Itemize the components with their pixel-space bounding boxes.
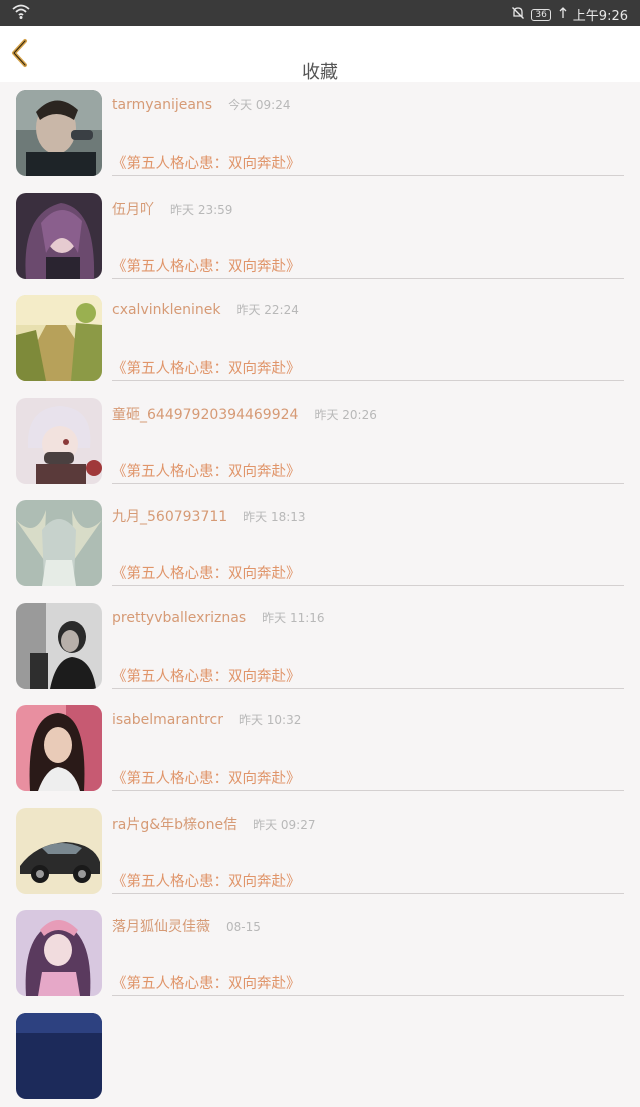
user-name — [112, 1019, 128, 1035]
mute-bell-icon — [511, 6, 525, 24]
user-name-text: 童砸_64497920394469924 — [112, 407, 298, 423]
avatar[interactable] — [16, 398, 102, 484]
avatar[interactable] — [16, 910, 102, 996]
timestamp: 昨天 11:16 — [262, 611, 324, 625]
list-item[interactable]: 落月狐仙灵佳薇 08-15 《第五人格心患：双向奔赴》 — [0, 902, 640, 1005]
user-name: ra片g&年b榇one佶 昨天 09:27 — [112, 814, 315, 834]
list-item[interactable]: 九月_560793711 昨天 18:13 《第五人格心患：双向奔赴》 — [0, 492, 640, 595]
timestamp: 昨天 23:59 — [170, 203, 232, 217]
app-bar: 收藏 — [0, 26, 640, 82]
user-name-text: ra片g&年b榇one佶 — [112, 817, 237, 833]
list-item[interactable]: 童砸_64497920394469924 昨天 20:26 《第五人格心患：双向奔… — [0, 390, 640, 493]
divider — [112, 995, 624, 996]
timestamp: 昨天 10:32 — [239, 713, 301, 727]
list-item[interactable]: ra片g&年b榇one佶 昨天 09:27 《第五人格心患：双向奔赴》 — [0, 800, 640, 903]
timestamp: 昨天 22:24 — [236, 303, 298, 317]
book-title[interactable]: 《第五人格心患：双向奔赴》 — [112, 767, 301, 788]
book-title[interactable]: 《第五人格心患：双向奔赴》 — [112, 870, 301, 891]
user-name: cxalvinkleninek 昨天 22:24 — [112, 301, 299, 318]
book-title[interactable]: 《第五人格心患：双向奔赴》 — [112, 152, 301, 173]
user-name-text: prettyvballexriznas — [112, 610, 246, 626]
user-name: 落月狐仙灵佳薇 08-15 — [112, 916, 261, 936]
avatar[interactable] — [16, 90, 102, 176]
user-name: 九月_560793711 昨天 18:13 — [112, 506, 306, 526]
divider — [112, 688, 624, 689]
user-name-text: isabelmarantrcr — [112, 712, 223, 728]
book-title[interactable]: 《第五人格心患：双向奔赴》 — [112, 562, 301, 583]
user-name-text: cxalvinkleninek — [112, 302, 220, 318]
avatar[interactable] — [16, 1013, 102, 1099]
avatar[interactable] — [16, 603, 102, 689]
status-bar: 36 上午9:26 — [0, 0, 640, 26]
book-title[interactable]: 《第五人格心患：双向奔赴》 — [112, 665, 301, 686]
list-item[interactable] — [0, 1005, 640, 1107]
battery-icon: 36 — [531, 9, 550, 21]
page-title: 收藏 — [0, 58, 640, 84]
avatar[interactable] — [16, 193, 102, 279]
timestamp: 08-15 — [226, 920, 261, 934]
list-item[interactable]: isabelmarantrcr 昨天 10:32 《第五人格心患：双向奔赴》 — [0, 697, 640, 800]
signal-icon — [559, 7, 567, 23]
user-name-text: 九月_560793711 — [112, 509, 227, 525]
book-title[interactable]: 《第五人格心患：双向奔赴》 — [112, 357, 301, 378]
timestamp: 昨天 20:26 — [314, 408, 376, 422]
list-item[interactable]: cxalvinkleninek 昨天 22:24 《第五人格心患：双向奔赴》 — [0, 287, 640, 390]
avatar[interactable] — [16, 295, 102, 381]
user-name: tarmyanijeans 今天 09:24 — [112, 96, 291, 113]
user-name: isabelmarantrcr 昨天 10:32 — [112, 711, 301, 728]
favorites-list: tarmyanijeans今天 09:24 《第五人格心患：双向奔赴》 伍月吖昨… — [0, 82, 640, 1107]
avatar[interactable] — [16, 808, 102, 894]
divider — [112, 380, 624, 381]
list-item[interactable]: 伍月吖 昨天 23:59 《第五人格心患：双向奔赴》 — [0, 185, 640, 288]
timestamp: 昨天 09:27 — [253, 818, 315, 832]
wifi-icon — [12, 4, 30, 24]
divider — [112, 175, 624, 176]
book-title[interactable]: 《第五人格心患：双向奔赴》 — [112, 255, 301, 276]
divider — [112, 790, 624, 791]
avatar[interactable] — [16, 500, 102, 586]
divider — [112, 893, 624, 894]
book-title[interactable]: 《第五人格心患：双向奔赴》 — [112, 460, 301, 481]
avatar[interactable] — [16, 705, 102, 791]
user-name: 伍月吖 昨天 23:59 — [112, 199, 232, 219]
clock: 上午9:26 — [573, 5, 628, 24]
timestamp: 昨天 18:13 — [243, 510, 305, 524]
divider — [112, 585, 624, 586]
book-title[interactable]: 《第五人格心患：双向奔赴》 — [112, 972, 301, 993]
divider — [112, 483, 624, 484]
user-name-text: tarmyanijeans — [112, 97, 212, 113]
user-name: prettyvballexriznas 昨天 11:16 — [112, 609, 325, 626]
divider — [112, 278, 624, 279]
list-item[interactable]: tarmyanijeans 今天 09:24 《第五人格心患：双向奔赴》 — [0, 82, 640, 185]
user-name-text: 伍月吖 — [112, 202, 154, 218]
user-name: 童砸_64497920394469924 昨天 20:26 — [112, 404, 377, 424]
timestamp: 今天 09:24 — [228, 98, 290, 112]
list-item[interactable]: prettyvballexriznas 昨天 11:16 《第五人格心患：双向奔赴… — [0, 595, 640, 698]
user-name-text: 落月狐仙灵佳薇 — [112, 919, 210, 935]
